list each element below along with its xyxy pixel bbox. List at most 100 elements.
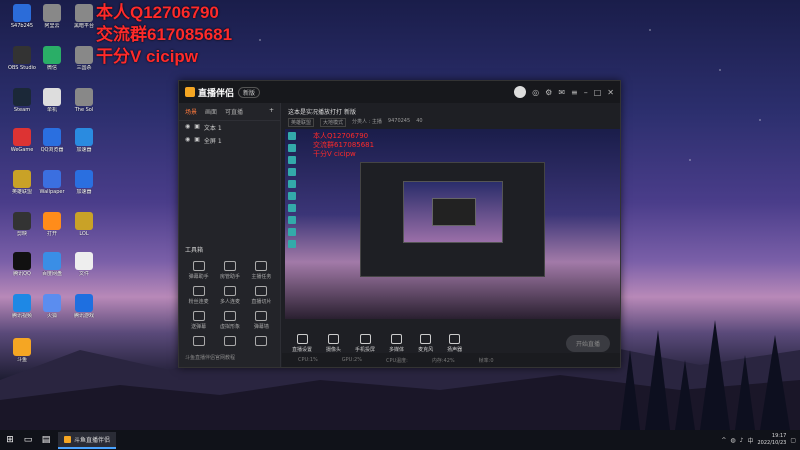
- tool-item[interactable]: 直播切片: [246, 286, 277, 305]
- maximize-icon[interactable]: □: [594, 88, 602, 97]
- control-button[interactable]: 多媒体: [389, 333, 405, 353]
- tool-item[interactable]: 粉丝连麦: [183, 286, 214, 305]
- scene-item-label: 文本 1: [203, 125, 222, 132]
- desktop-icon-label: 加速器: [76, 147, 92, 153]
- desktop-icon[interactable]: Wallpaper: [36, 170, 68, 195]
- desktop-app-icon: [13, 170, 31, 188]
- desktop-icon[interactable]: 黑暗平台: [68, 4, 100, 29]
- tool-icon: [192, 261, 205, 271]
- desktop-app-icon: [13, 212, 31, 230]
- taskbar-app[interactable]: 斗鱼直播伴侣: [58, 431, 117, 449]
- desktop-icon[interactable]: 腾讯游戏: [68, 294, 100, 319]
- start-icon[interactable]: ⊞: [4, 434, 16, 446]
- desktop-icon-label: 腾讯游戏: [73, 313, 94, 319]
- desktop-icon[interactable]: 腾讯视频: [6, 294, 38, 319]
- desktop-icon[interactable]: 微信: [36, 46, 68, 71]
- tab-screen[interactable]: 画面: [205, 107, 217, 116]
- add-scene-icon[interactable]: +: [269, 107, 274, 116]
- control-button[interactable]: 直播设置: [292, 333, 312, 353]
- desktop-icon[interactable]: 阿里云: [36, 4, 68, 29]
- tool-label: 虚拟形象: [219, 324, 240, 330]
- eye-icon[interactable]: ◉: [185, 136, 190, 145]
- tool-item[interactable]: [246, 336, 277, 348]
- desktop-icon[interactable]: 加速器: [68, 128, 100, 153]
- tool-item[interactable]: 多人连麦: [214, 286, 245, 305]
- desktop-icon[interactable]: 斗鱼: [6, 338, 38, 363]
- tool-label: 直播切片: [251, 299, 272, 305]
- lock-icon[interactable]: ▣: [194, 136, 200, 145]
- close-icon[interactable]: ✕: [607, 88, 614, 97]
- desktop-app-icon: [75, 46, 93, 64]
- desktop-icon[interactable]: 腾讯QQ: [6, 252, 38, 277]
- desktop-icon[interactable]: 加速器: [68, 170, 100, 195]
- desktop-icon-label: 单机: [46, 107, 57, 113]
- go-live-button[interactable]: 开始直播: [565, 334, 610, 352]
- desktop-icon[interactable]: S47b245: [6, 4, 38, 29]
- room-id: 9470245: [387, 118, 411, 124]
- avatar[interactable]: [514, 86, 527, 98]
- volume-icon[interactable]: ♪: [740, 437, 744, 444]
- scene-item[interactable]: ◉ ▣ 文本 1: [179, 121, 280, 134]
- tab-live[interactable]: 可直播: [225, 107, 243, 116]
- tool-item[interactable]: 虚拟形象: [214, 311, 245, 330]
- notification-icon[interactable]: ▢: [790, 437, 796, 444]
- lock-icon[interactable]: ▣: [194, 123, 200, 132]
- toolbox-grid: 弹幕助手 房管助手 主播任务粉丝连麦 多人连麦 直播切片送弹幕 虚拟形象 弹幕墙: [183, 261, 277, 348]
- category-tag[interactable]: 英雄联盟: [288, 118, 315, 127]
- network-icon[interactable]: ◍: [730, 437, 735, 444]
- desktop-icon-label: 火狐: [46, 313, 57, 319]
- control-button[interactable]: 手机投屏: [355, 333, 376, 353]
- desktop-icon[interactable]: OBS Studio: [6, 46, 38, 71]
- desktop-icon-label: LOL: [79, 231, 89, 237]
- tool-item[interactable]: [214, 336, 245, 348]
- control-label: 手机投屏: [355, 346, 376, 353]
- desktop-icon-label: The Sol: [74, 107, 94, 113]
- tool-item[interactable]: 主播任务: [246, 261, 277, 280]
- tool-item[interactable]: 房管助手: [214, 261, 245, 280]
- tray-up-icon[interactable]: ^: [721, 437, 726, 444]
- stream-meta: 英雄联盟 大地模式 分类人 : 主播 9470245 40: [282, 118, 620, 127]
- control-button[interactable]: 扬声器: [447, 333, 462, 353]
- desktop-icon[interactable]: 百度网盘: [36, 252, 68, 277]
- file-explorer-icon[interactable]: ▤: [40, 434, 52, 446]
- control-button[interactable]: 麦克风: [418, 333, 433, 353]
- desktop-icon[interactable]: 单机: [36, 88, 68, 113]
- version-badge[interactable]: 新版: [238, 86, 261, 98]
- desktop-icon[interactable]: LOL: [68, 212, 100, 237]
- desktop-icon[interactable]: 文件: [68, 252, 100, 277]
- control-button[interactable]: 摄像头: [326, 333, 341, 353]
- tool-item[interactable]: [183, 336, 214, 348]
- tutorial-link[interactable]: 斗鱼直播伴侣官网教程: [185, 354, 235, 361]
- desktop-icon[interactable]: 打开: [36, 212, 68, 237]
- desktop-icon[interactable]: 火狐: [36, 294, 68, 319]
- stream-title[interactable]: 这本是实况播放打打: [288, 109, 342, 116]
- desktop-icon-label: 腾讯视频: [11, 313, 32, 319]
- desktop-icon[interactable]: Steam: [6, 88, 38, 113]
- desktop-icon[interactable]: WeGame: [6, 128, 38, 153]
- desktop-icon[interactable]: The Sol: [68, 88, 100, 113]
- desktop-icon[interactable]: QQ浏览器: [36, 128, 68, 153]
- input-method-icon[interactable]: 中: [747, 436, 753, 445]
- desktop-icon[interactable]: 剪映: [6, 212, 38, 237]
- tool-item[interactable]: 弹幕墙: [246, 311, 277, 330]
- task-view-icon[interactable]: ▭: [22, 434, 34, 446]
- tab-scenes[interactable]: 场景: [185, 107, 197, 116]
- tool-item[interactable]: 弹幕助手: [183, 261, 214, 280]
- mode-tag[interactable]: 大地模式: [320, 118, 347, 127]
- desktop-icon[interactable]: 英雄联盟: [6, 170, 38, 195]
- eye-icon[interactable]: ◉: [185, 123, 190, 132]
- scene-item[interactable]: ◉ ▣ 全屏 1: [179, 134, 280, 147]
- headset-icon[interactable]: ◎: [532, 88, 539, 97]
- control-label: 多媒体: [389, 346, 405, 353]
- menu-icon[interactable]: ≡: [571, 88, 578, 97]
- clock[interactable]: 19:17 2022/10/23: [758, 433, 787, 447]
- tool-item[interactable]: 送弹幕: [183, 311, 214, 330]
- stream-preview[interactable]: 本人Q12706790 交流群617085681 干分V cicipw: [285, 129, 620, 319]
- desktop-app-icon: [75, 170, 93, 188]
- mail-icon[interactable]: ✉: [558, 88, 565, 97]
- desktop-icon[interactable]: 三国杀: [68, 46, 100, 71]
- tool-icon: [192, 286, 205, 296]
- minimize-icon[interactable]: –: [584, 88, 588, 97]
- streaming-app-icon: [64, 435, 71, 443]
- settings-icon[interactable]: ⚙: [545, 88, 552, 97]
